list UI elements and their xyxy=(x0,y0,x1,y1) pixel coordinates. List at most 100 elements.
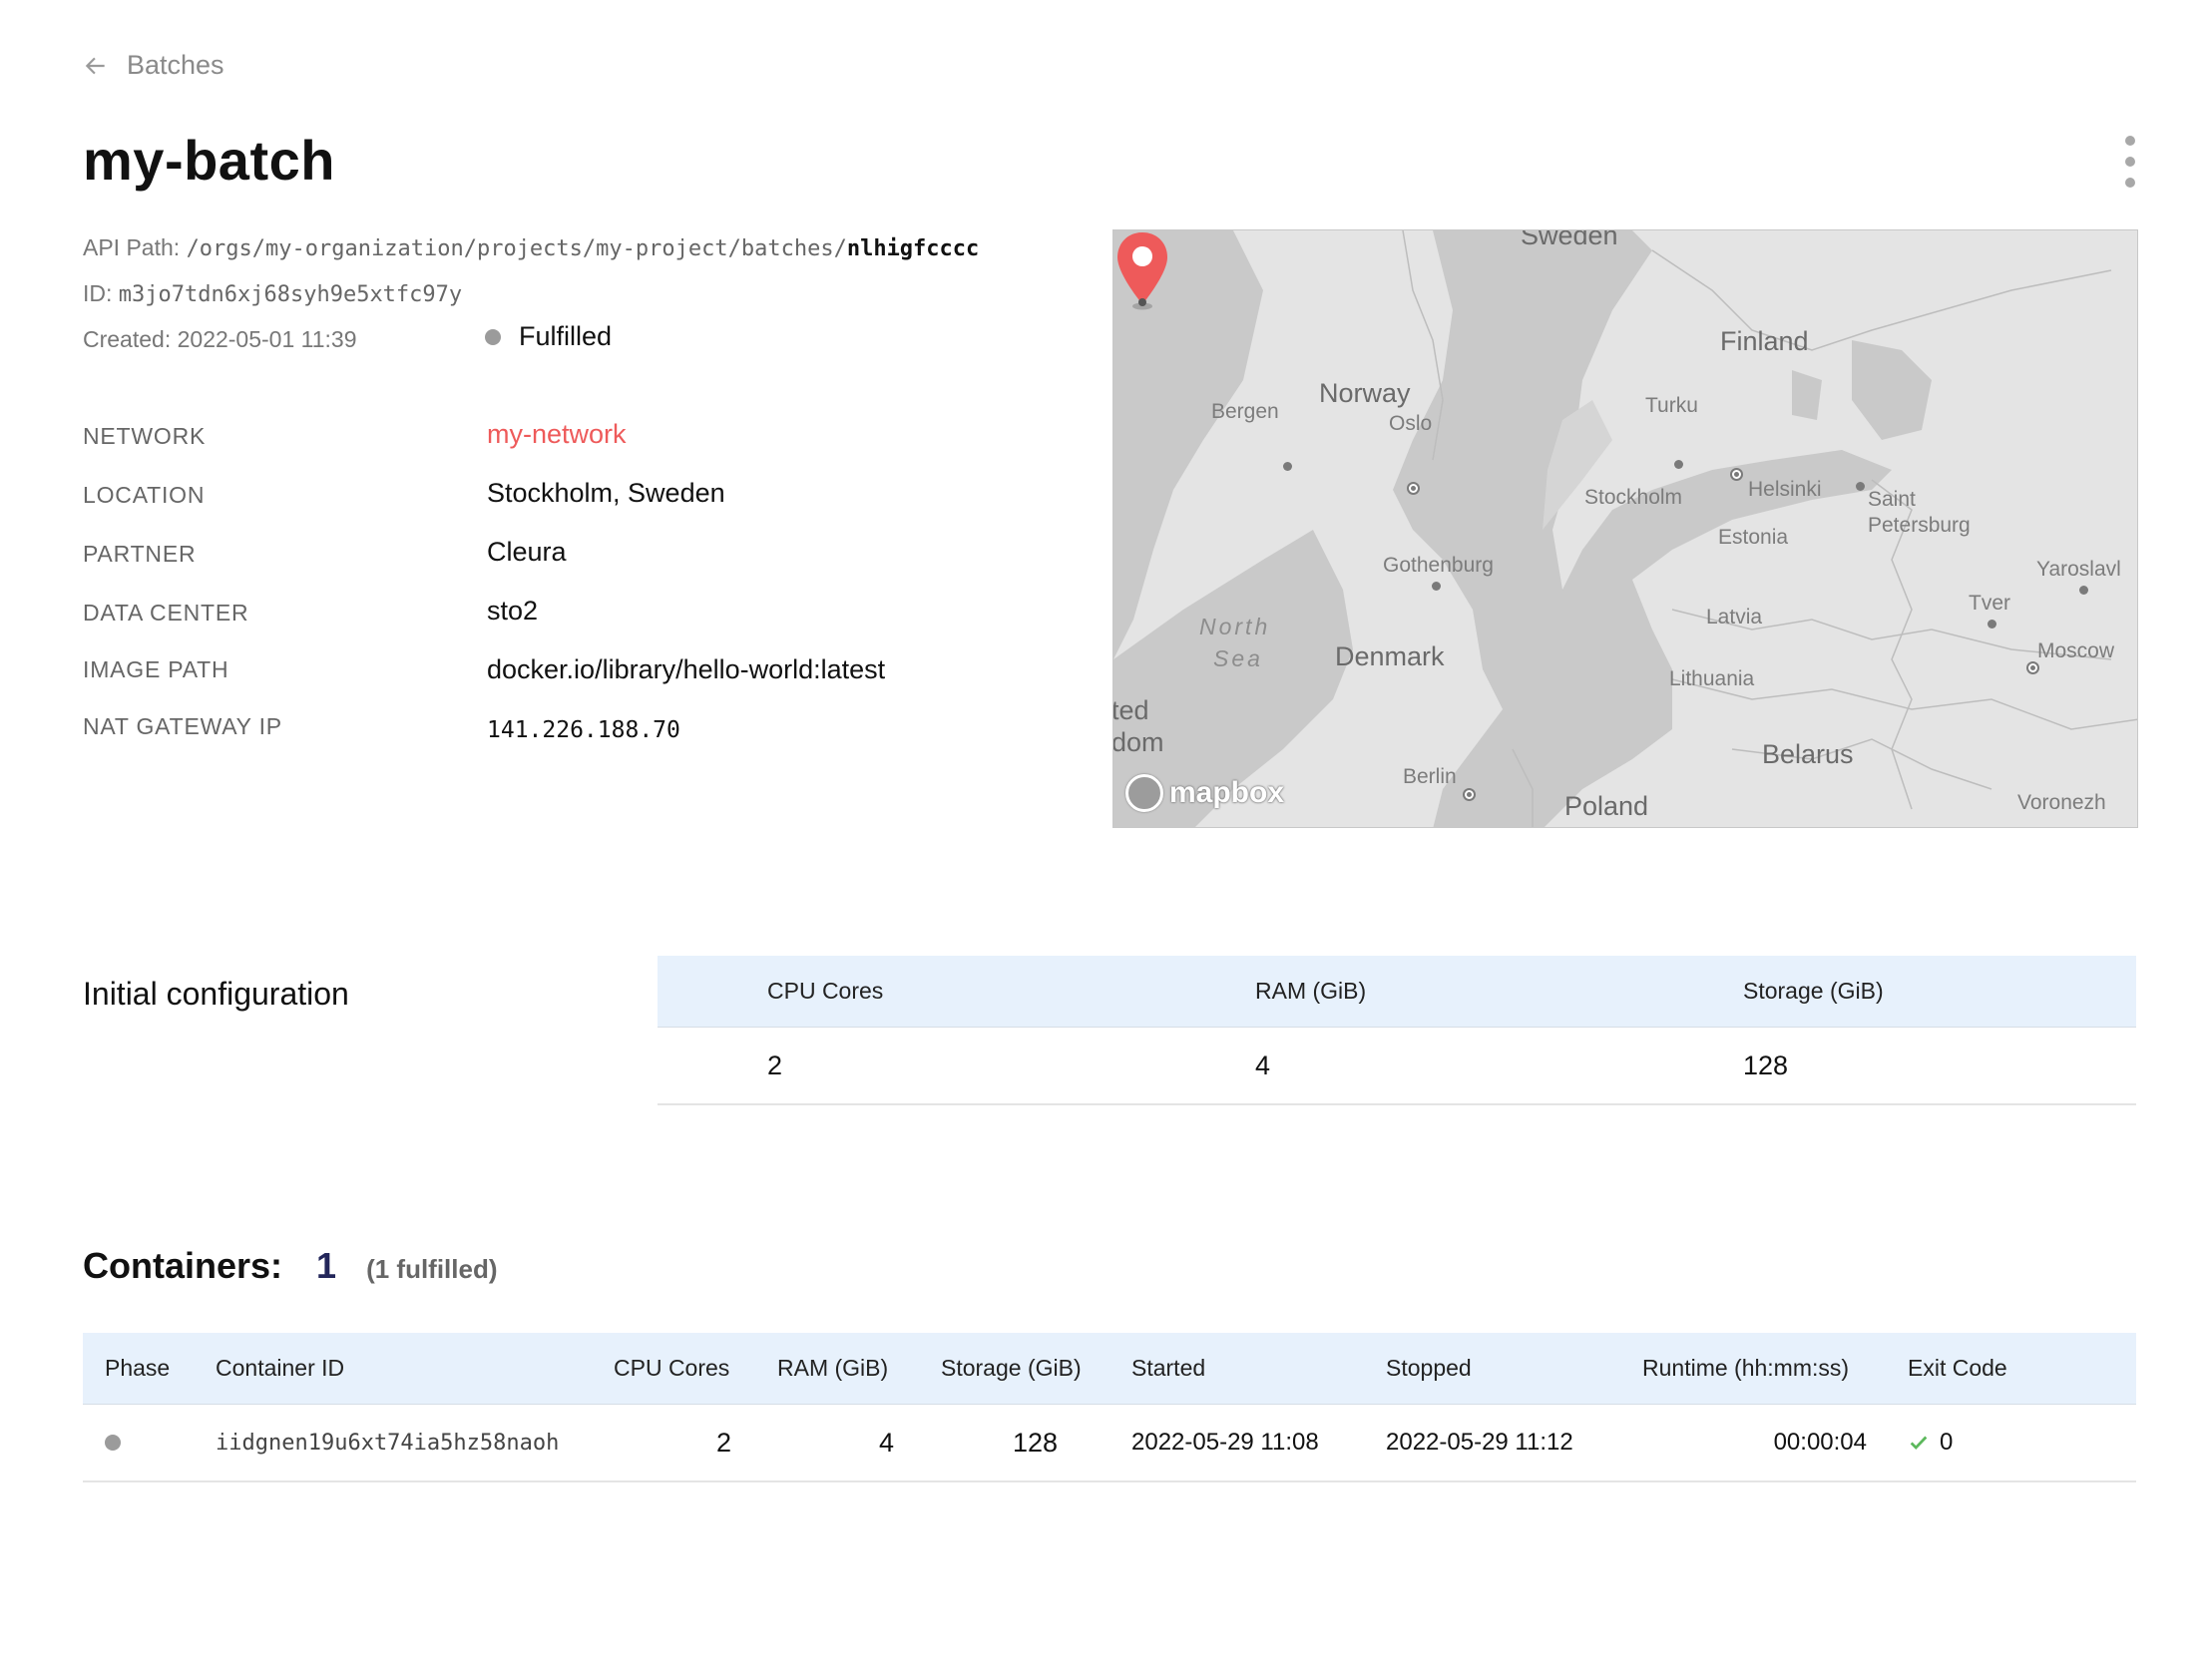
map-label-sea: Sea xyxy=(1213,645,1263,671)
back-to-batches-link[interactable]: Batches xyxy=(83,50,224,81)
cpu-value: 2 xyxy=(767,1050,783,1080)
containers-title: Containers: xyxy=(83,1245,283,1286)
map-label-moscow: Moscow xyxy=(2037,639,2115,662)
status-dot-icon xyxy=(485,328,501,345)
exit-code-value: 0 xyxy=(1940,1429,1954,1456)
container-stopped: 2022-05-29 11:12 xyxy=(1386,1429,1573,1456)
map-label-ted: ted xyxy=(1112,695,1149,725)
api-path: API Path: /orgs/my-organization/projects… xyxy=(83,234,979,261)
map-label-saint: Saint xyxy=(1868,488,1916,511)
more-options-menu-icon[interactable] xyxy=(2120,136,2140,188)
page-title: my-batch xyxy=(83,129,335,192)
map-capital-oslo xyxy=(1407,482,1420,495)
created-date: Created: 2022-05-01 11:39 xyxy=(83,326,357,352)
container-ram: 4 xyxy=(878,1427,894,1458)
map-label-gothenburg: Gothenburg xyxy=(1383,554,1494,577)
containers-table: Phase Container ID CPU Cores RAM (GiB) S… xyxy=(83,1333,2136,1482)
map-label-helsinki: Helsinki xyxy=(1748,478,1822,501)
property-label: IMAGE PATH xyxy=(83,656,229,682)
property-label: DATA CENTER xyxy=(83,600,249,626)
column-header-ram: RAM (GiB) xyxy=(1255,978,1367,1004)
map-label-lithuania: Lithuania xyxy=(1669,667,1755,690)
batch-id-value: m3jo7tdn6xj68syh9e5xtfc97y xyxy=(118,282,463,307)
column-header-stopped: Stopped xyxy=(1386,1355,1472,1381)
container-cpu: 2 xyxy=(715,1427,731,1458)
api-path-id: nlhigfcccc xyxy=(846,236,980,261)
container-id-link[interactable]: iidgnen19u6xt74ia5hz58naoh xyxy=(216,1405,559,1480)
property-value: sto2 xyxy=(487,596,539,626)
table-row[interactable]: iidgnen19u6xt74ia5hz58naoh 2 4 128 2022-… xyxy=(83,1405,2136,1482)
phase-cell xyxy=(105,1405,121,1480)
containers-fulfilled-count: (1 fulfilled) xyxy=(366,1254,498,1284)
containers-heading: Containers: 1 (1 fulfilled) xyxy=(83,1245,498,1287)
map-label-turku: Turku xyxy=(1645,394,1698,417)
map-label-petersburg: Petersburg xyxy=(1868,514,1971,537)
check-icon xyxy=(1910,1436,1928,1451)
column-header-storage: Storage (GiB) xyxy=(1743,978,1884,1004)
column-header-ram: RAM (GiB) xyxy=(777,1355,889,1381)
map-label-estonia: Estonia xyxy=(1718,526,1789,549)
map-capital-helsinki xyxy=(1730,468,1743,481)
property-label: LOCATION xyxy=(83,482,206,508)
map-label-yaroslavl: Yaroslavl xyxy=(2036,558,2121,581)
map-label-belarus: Belarus xyxy=(1762,739,1854,769)
map-dot-saint-petersburg xyxy=(1856,482,1865,491)
map-dot-tver xyxy=(1988,620,1996,629)
column-header-container-id: Container ID xyxy=(216,1355,345,1381)
column-header-cpu: CPU Cores xyxy=(614,1355,730,1381)
ram-value: 4 xyxy=(1255,1050,1271,1080)
map-geography xyxy=(1113,230,2137,827)
property-value: Cleura xyxy=(487,537,567,567)
table-header-row: Phase Container ID CPU Cores RAM (GiB) S… xyxy=(83,1333,2136,1405)
status-label: Fulfilled xyxy=(519,321,613,351)
table-row: 2 4 128 xyxy=(658,1028,2136,1105)
back-link-label: Batches xyxy=(127,50,224,80)
container-storage: 128 xyxy=(1012,1427,1058,1458)
map-label-sweden: Sweden xyxy=(1521,229,1618,250)
initial-configuration-title: Initial configuration xyxy=(83,976,349,1012)
map-dot-yaroslavl xyxy=(2079,586,2088,595)
column-header-phase: Phase xyxy=(105,1355,171,1381)
map-label-finland: Finland xyxy=(1720,326,1809,356)
map-label-norway: Norway xyxy=(1319,378,1411,408)
containers-count: 1 xyxy=(316,1245,337,1286)
location-pin-icon[interactable] xyxy=(1113,230,1171,310)
map-label-bergen: Bergen xyxy=(1211,400,1279,423)
column-header-exit-code: Exit Code xyxy=(1908,1355,2007,1381)
container-started: 2022-05-29 11:08 xyxy=(1131,1429,1319,1456)
column-header-storage: Storage (GiB) xyxy=(941,1355,1082,1381)
map-dot-bergen xyxy=(1283,462,1292,471)
map-label-oslo: Oslo xyxy=(1389,412,1433,435)
mapbox-logo-icon xyxy=(1125,774,1163,812)
location-map[interactable]: Sweden Finland Norway Bergen Oslo Turku … xyxy=(1112,229,2138,828)
map-label-tver: Tver xyxy=(1969,592,2010,615)
property-value: Stockholm, Sweden xyxy=(487,478,725,508)
map-label-poland: Poland xyxy=(1564,791,1649,821)
property-label: NAT GATEWAY IP xyxy=(83,713,282,739)
batch-id: ID: m3jo7tdn6xj68syh9e5xtfc97y xyxy=(83,280,462,307)
map-label-berlin: Berlin xyxy=(1403,765,1457,788)
column-header-started: Started xyxy=(1131,1355,1206,1381)
property-value: 141.226.188.70 xyxy=(487,717,680,743)
container-exit-code: 0 xyxy=(1908,1405,1953,1480)
map-dot-gothenburg xyxy=(1432,582,1441,591)
map-dot-turku xyxy=(1674,460,1683,469)
map-label-latvia: Latvia xyxy=(1706,606,1763,629)
map-label-denmark: Denmark xyxy=(1335,641,1445,671)
initial-configuration-table: CPU Cores RAM (GiB) Storage (GiB) 2 4 12… xyxy=(658,956,2136,1105)
container-runtime: 00:00:04 xyxy=(1773,1429,1867,1456)
map-label-dom: dom xyxy=(1112,727,1164,757)
map-label-stockholm: Stockholm xyxy=(1584,486,1683,509)
api-path-prefix: /orgs/my-organization/projects/my-projec… xyxy=(186,236,847,261)
arrow-left-icon xyxy=(85,57,105,74)
storage-value: 128 xyxy=(1743,1050,1789,1080)
property-label: NETWORK xyxy=(83,423,207,449)
column-header-cpu: CPU Cores xyxy=(767,978,884,1004)
map-label-north: North xyxy=(1199,614,1271,639)
mapbox-logo[interactable]: mapbox xyxy=(1125,774,1284,812)
phase-status-icon xyxy=(105,1435,121,1451)
network-link[interactable]: my-network xyxy=(487,419,627,450)
mapbox-logo-text: mapbox xyxy=(1169,776,1285,809)
status-badge: Fulfilled xyxy=(485,321,612,352)
table-header-row: CPU Cores RAM (GiB) Storage (GiB) xyxy=(658,956,2136,1028)
